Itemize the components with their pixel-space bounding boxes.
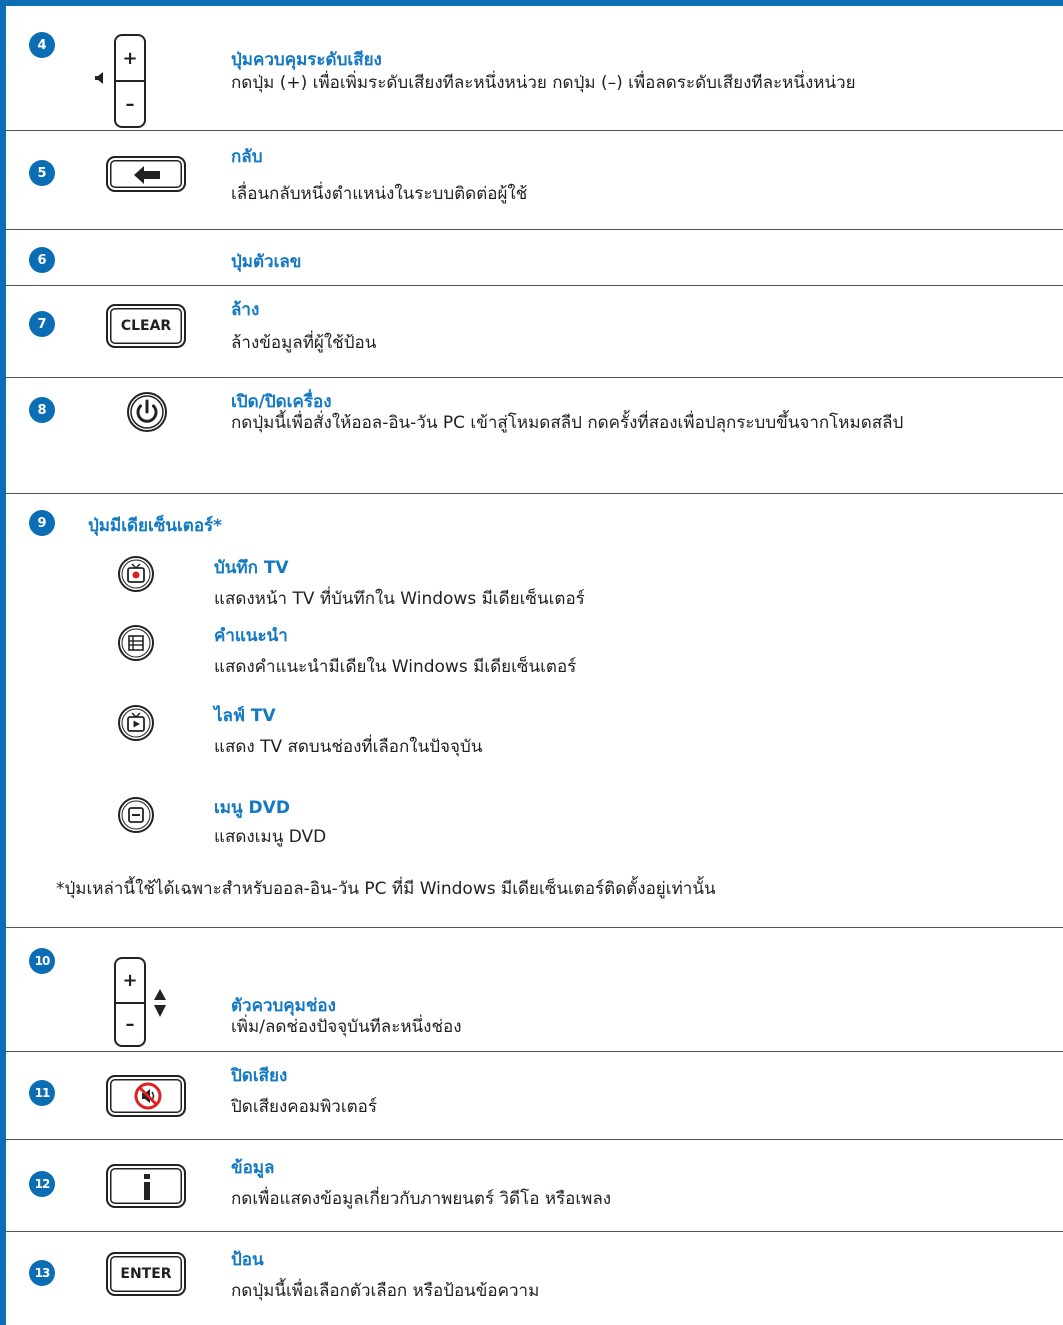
back-row: 5 กลับ เลื่อนกลับหนึ่งตำแหน่งในระบบติดต่…	[6, 131, 1063, 230]
mute-icon	[134, 1082, 162, 1110]
clear-button[interactable]: CLEAR	[106, 304, 186, 348]
item-title: ป้อน	[231, 1250, 264, 1270]
item-description: เพิ่ม/ลดช่องปัจจุบันทีละหนึ่งช่อง	[231, 1017, 462, 1037]
item-number-badge: 8	[29, 397, 55, 423]
item-number-badge: 9	[29, 510, 55, 536]
power-row: 8 เปิด/ปิดเครื่อง กดปุ่มนี้เพื่อสั่งให้อ…	[6, 378, 1063, 494]
volume-row: 4 + – ปุ่มควบคุมระดับเสียง กดปุ่ม (+) เพ…	[6, 6, 1063, 131]
item-title: ปุ่มตัวเลข	[231, 252, 302, 272]
item-number-badge: 7	[29, 311, 55, 337]
item-number-badge: 12	[29, 1171, 55, 1197]
item-title: ข้อมูล	[231, 1158, 275, 1178]
info-button[interactable]	[106, 1164, 186, 1208]
subitem-title: ไลฟ์ TV	[214, 706, 276, 726]
item-title: ปุ่มมีเดียเซ็นเตอร์*	[88, 516, 223, 536]
back-arrow-icon	[134, 166, 160, 184]
item-description: กดเพื่อแสดงข้อมูลเกี่ยวกับภาพยนตร์ วิดีโ…	[231, 1189, 612, 1209]
item-number-badge: 11	[29, 1080, 55, 1106]
item-description: กดปุ่มนี้เพื่อสั่งให้ออล-อิน-วัน PC เข้า…	[231, 413, 904, 433]
item-title: ปุ่มควบคุมระดับเสียง	[231, 50, 382, 70]
item-number-badge: 6	[29, 247, 55, 273]
footnote: *ปุ่มเหล่านี้ใช้ได้เฉพาะสำหรับออล-อิน-วั…	[56, 879, 716, 899]
item-number-badge: 5	[29, 160, 55, 186]
item-title: ปิดเสียง	[231, 1066, 288, 1086]
mute-button[interactable]	[106, 1075, 186, 1117]
item-description: กดปุ่ม (+) เพื่อเพิ่มระดับเสียงทีละหนึ่ง…	[231, 73, 856, 93]
enter-key-label: ENTER	[120, 1266, 172, 1282]
dvd-menu-icon[interactable]	[117, 796, 155, 834]
subitem-title: บันทึก TV	[214, 558, 289, 578]
guide-icon[interactable]	[117, 624, 155, 662]
volume-rocker-button[interactable]: + –	[114, 34, 146, 128]
recorded-tv-icon[interactable]	[117, 555, 155, 593]
volume-down-label: –	[125, 93, 135, 115]
subitem-description: แสดงเมนู DVD	[214, 827, 327, 847]
subitem-description: แสดงคำแนะนำมีเดียใน Windows มีเดียเซ็นเต…	[214, 657, 577, 677]
channel-up-label: +	[122, 970, 138, 991]
live-tv-icon[interactable]	[117, 704, 155, 742]
item-title: ล้าง	[231, 300, 260, 320]
subitem-description: แสดงหน้า TV ที่บันทึกใน Windows มีเดียเซ…	[214, 589, 585, 609]
channel-down-label: –	[125, 1014, 135, 1035]
channel-arrows-icon	[154, 989, 166, 1017]
enter-row: 13 ENTER ป้อน กดปุ่มนี้เพื่อเลือกตัวเลือ…	[6, 1232, 1063, 1325]
numeric-row: 6 ปุ่มตัวเลข	[6, 230, 1063, 286]
subitem-description: แสดง TV สดบนช่องที่เลือกในปัจจุบัน	[214, 737, 483, 757]
back-button[interactable]	[106, 156, 186, 192]
item-description: ปิดเสียงคอมพิวเตอร์	[231, 1097, 378, 1117]
item-number-badge: 13	[29, 1260, 55, 1286]
speaker-icon	[95, 72, 103, 84]
subitem-title: เมนู DVD	[214, 798, 290, 818]
channel-row: 10 + – ตัวควบคุมช่อง เพิ่ม/ลดช่องปัจจุบั…	[6, 928, 1063, 1052]
mute-row: 11 ปิดเสียง ปิดเสียงคอมพิวเตอร์	[6, 1052, 1063, 1140]
item-description: เลื่อนกลับหนึ่งตำแหน่งในระบบติดต่อผู้ใช้	[231, 184, 528, 204]
volume-up-label: +	[122, 47, 138, 69]
clear-key-label: CLEAR	[120, 318, 172, 334]
item-number-badge: 10	[29, 948, 55, 974]
item-number-badge: 4	[29, 32, 55, 58]
enter-button[interactable]: ENTER	[106, 1252, 186, 1296]
subitem-title: คำแนะนำ	[214, 626, 288, 646]
item-description: ล้างข้อมูลที่ผู้ใช้ป้อน	[231, 333, 377, 353]
info-icon	[144, 1174, 150, 1200]
media-center-row: 9 ปุ่มมีเดียเซ็นเตอร์* บันทึก TV แสดงหน้…	[6, 494, 1063, 928]
clear-row: 7 CLEAR ล้าง ล้างข้อมูลที่ผู้ใช้ป้อน	[6, 286, 1063, 378]
info-row: 12 ข้อมูล กดเพื่อแสดงข้อมูลเกี่ยวกับภาพย…	[6, 1140, 1063, 1232]
item-title: กลับ	[231, 147, 263, 167]
channel-rocker-button[interactable]: + –	[114, 957, 146, 1047]
item-description: กดปุ่มนี้เพื่อเลือกตัวเลือก หรือป้อนข้อค…	[231, 1281, 540, 1301]
power-icon[interactable]	[126, 391, 168, 433]
